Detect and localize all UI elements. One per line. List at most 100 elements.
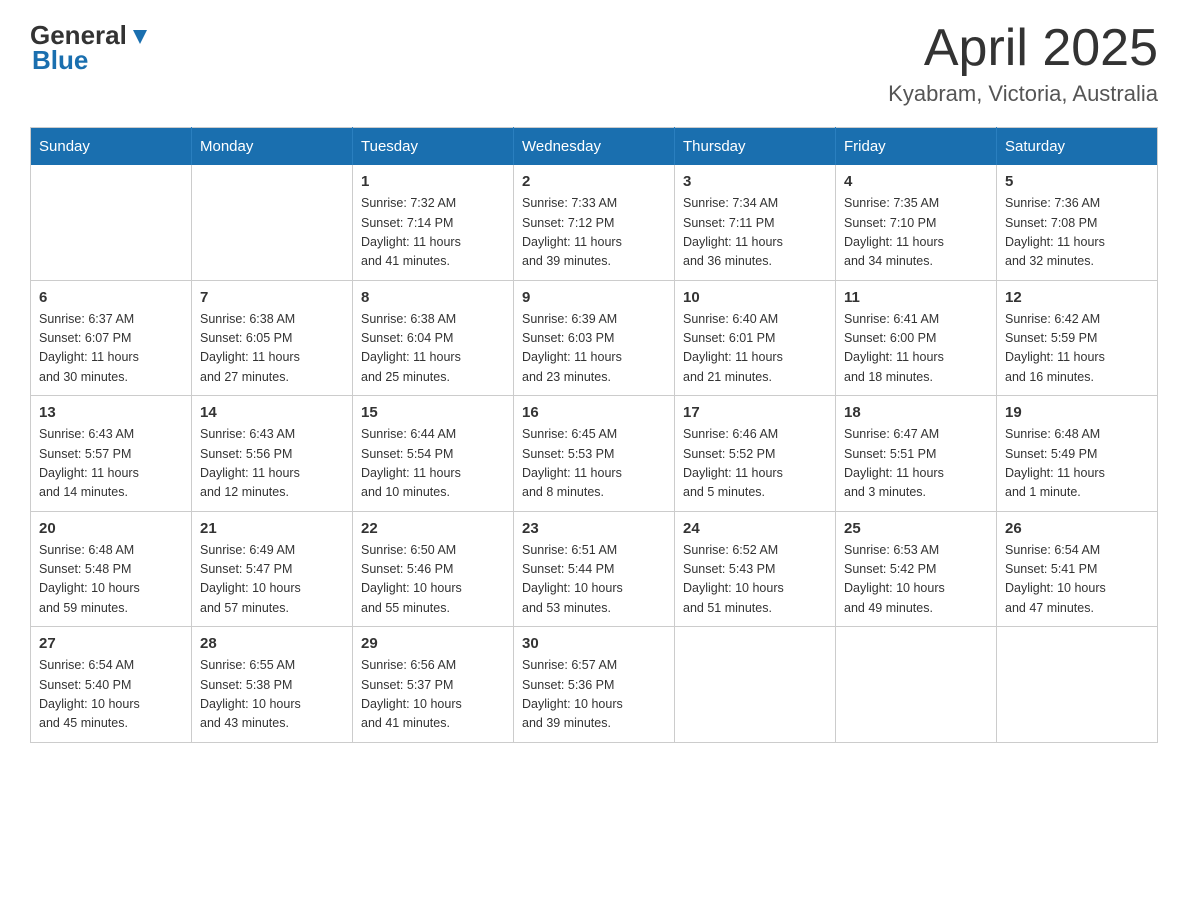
- page-header: General Blue April 2025 Kyabram, Victori…: [30, 20, 1158, 107]
- week-row-1: 1 Sunrise: 7:32 AMSunset: 7:14 PMDaylight…: [31, 165, 1158, 280]
- calendar-cell: 23 Sunrise: 6:51 AMSunset: 5:44 PMDayligh…: [514, 511, 675, 627]
- day-info: Sunrise: 6:46 AMSunset: 5:52 PMDaylight:…: [683, 425, 827, 503]
- calendar-cell: 14 Sunrise: 6:43 AMSunset: 5:56 PMDayligh…: [192, 396, 353, 512]
- weekday-row: SundayMondayTuesdayWednesdayThursdayFrid…: [31, 128, 1158, 166]
- day-info: Sunrise: 6:48 AMSunset: 5:49 PMDaylight:…: [1005, 425, 1149, 503]
- day-number: 18: [844, 404, 988, 421]
- day-info: Sunrise: 6:43 AMSunset: 5:56 PMDaylight:…: [200, 425, 344, 503]
- day-number: 7: [200, 289, 344, 306]
- day-number: 17: [683, 404, 827, 421]
- calendar-cell: 3 Sunrise: 7:34 AMSunset: 7:11 PMDaylight…: [675, 165, 836, 280]
- calendar-cell: 17 Sunrise: 6:46 AMSunset: 5:52 PMDayligh…: [675, 396, 836, 512]
- calendar-cell: 18Sunrise: 6:47 AMSunset: 5:51 PMDayligh…: [836, 396, 997, 512]
- calendar-title: April 2025: [888, 20, 1158, 77]
- calendar-cell: 16 Sunrise: 6:45 AMSunset: 5:53 PMDayligh…: [514, 396, 675, 512]
- day-info: Sunrise: 6:55 AMSunset: 5:38 PMDaylight:…: [200, 656, 344, 734]
- day-info: Sunrise: 6:41 AMSunset: 6:00 PMDaylight:…: [844, 310, 988, 388]
- day-info: Sunrise: 6:40 AMSunset: 6:01 PMDaylight:…: [683, 310, 827, 388]
- calendar-cell: 8 Sunrise: 6:38 AMSunset: 6:04 PMDaylight…: [353, 280, 514, 396]
- calendar-cell: 29 Sunrise: 6:56 AMSunset: 5:37 PMDayligh…: [353, 627, 514, 743]
- day-number: 15: [361, 404, 505, 421]
- day-info: Sunrise: 6:39 AMSunset: 6:03 PMDaylight:…: [522, 310, 666, 388]
- calendar-cell: [192, 165, 353, 280]
- day-number: 5: [1005, 173, 1149, 190]
- calendar-cell: 11 Sunrise: 6:41 AMSunset: 6:00 PMDayligh…: [836, 280, 997, 396]
- calendar-cell: 28 Sunrise: 6:55 AMSunset: 5:38 PMDayligh…: [192, 627, 353, 743]
- calendar-cell: 19 Sunrise: 6:48 AMSunset: 5:49 PMDayligh…: [997, 396, 1158, 512]
- calendar-cell: 15 Sunrise: 6:44 AMSunset: 5:54 PMDayligh…: [353, 396, 514, 512]
- calendar-cell: 21Sunrise: 6:49 AMSunset: 5:47 PMDayligh…: [192, 511, 353, 627]
- calendar-cell: 25 Sunrise: 6:53 AMSunset: 5:42 PMDayligh…: [836, 511, 997, 627]
- logo: General Blue: [30, 20, 151, 76]
- day-number: 16: [522, 404, 666, 421]
- day-number: 23: [522, 520, 666, 537]
- logo-text-blue: Blue: [32, 45, 88, 76]
- day-number: 2: [522, 173, 666, 190]
- day-info: Sunrise: 6:45 AMSunset: 5:53 PMDaylight:…: [522, 425, 666, 503]
- calendar-header: SundayMondayTuesdayWednesdayThursdayFrid…: [31, 128, 1158, 166]
- day-number: 24: [683, 520, 827, 537]
- calendar-cell: 7 Sunrise: 6:38 AMSunset: 6:05 PMDaylight…: [192, 280, 353, 396]
- day-number: 27: [39, 635, 183, 652]
- calendar-table: SundayMondayTuesdayWednesdayThursdayFrid…: [30, 127, 1158, 743]
- day-number: 29: [361, 635, 505, 652]
- calendar-cell: 20 Sunrise: 6:48 AMSunset: 5:48 PMDayligh…: [31, 511, 192, 627]
- day-info: Sunrise: 7:34 AMSunset: 7:11 PMDaylight:…: [683, 194, 827, 272]
- calendar-cell: 30Sunrise: 6:57 AMSunset: 5:36 PMDayligh…: [514, 627, 675, 743]
- day-info: Sunrise: 7:32 AMSunset: 7:14 PMDaylight:…: [361, 194, 505, 272]
- calendar-cell: 13Sunrise: 6:43 AMSunset: 5:57 PMDayligh…: [31, 396, 192, 512]
- day-info: Sunrise: 7:35 AMSunset: 7:10 PMDaylight:…: [844, 194, 988, 272]
- day-number: 19: [1005, 404, 1149, 421]
- calendar-cell: 6Sunrise: 6:37 AMSunset: 6:07 PMDaylight…: [31, 280, 192, 396]
- day-number: 20: [39, 520, 183, 537]
- day-info: Sunrise: 6:51 AMSunset: 5:44 PMDaylight:…: [522, 541, 666, 619]
- day-info: Sunrise: 6:44 AMSunset: 5:54 PMDaylight:…: [361, 425, 505, 503]
- weekday-header-thursday: Thursday: [675, 128, 836, 166]
- day-info: Sunrise: 6:37 AMSunset: 6:07 PMDaylight:…: [39, 310, 183, 388]
- week-row-5: 27Sunrise: 6:54 AMSunset: 5:40 PMDayligh…: [31, 627, 1158, 743]
- weekday-header-monday: Monday: [192, 128, 353, 166]
- calendar-cell: 12Sunrise: 6:42 AMSunset: 5:59 PMDayligh…: [997, 280, 1158, 396]
- day-info: Sunrise: 6:52 AMSunset: 5:43 PMDaylight:…: [683, 541, 827, 619]
- day-info: Sunrise: 6:42 AMSunset: 5:59 PMDaylight:…: [1005, 310, 1149, 388]
- day-number: 9: [522, 289, 666, 306]
- day-info: Sunrise: 6:57 AMSunset: 5:36 PMDaylight:…: [522, 656, 666, 734]
- day-info: Sunrise: 6:48 AMSunset: 5:48 PMDaylight:…: [39, 541, 183, 619]
- title-block: April 2025 Kyabram, Victoria, Australia: [888, 20, 1158, 107]
- day-info: Sunrise: 6:38 AMSunset: 6:05 PMDaylight:…: [200, 310, 344, 388]
- calendar-cell: [675, 627, 836, 743]
- weekday-header-wednesday: Wednesday: [514, 128, 675, 166]
- day-info: Sunrise: 6:38 AMSunset: 6:04 PMDaylight:…: [361, 310, 505, 388]
- day-number: 28: [200, 635, 344, 652]
- day-number: 21: [200, 520, 344, 537]
- day-number: 11: [844, 289, 988, 306]
- week-row-2: 6Sunrise: 6:37 AMSunset: 6:07 PMDaylight…: [31, 280, 1158, 396]
- calendar-cell: 9 Sunrise: 6:39 AMSunset: 6:03 PMDaylight…: [514, 280, 675, 396]
- calendar-cell: 26 Sunrise: 6:54 AMSunset: 5:41 PMDayligh…: [997, 511, 1158, 627]
- day-info: Sunrise: 7:33 AMSunset: 7:12 PMDaylight:…: [522, 194, 666, 272]
- day-number: 3: [683, 173, 827, 190]
- day-number: 26: [1005, 520, 1149, 537]
- calendar-cell: [997, 627, 1158, 743]
- day-info: Sunrise: 6:53 AMSunset: 5:42 PMDaylight:…: [844, 541, 988, 619]
- calendar-cell: [836, 627, 997, 743]
- week-row-3: 13Sunrise: 6:43 AMSunset: 5:57 PMDayligh…: [31, 396, 1158, 512]
- day-number: 1: [361, 173, 505, 190]
- day-number: 10: [683, 289, 827, 306]
- day-info: Sunrise: 6:56 AMSunset: 5:37 PMDaylight:…: [361, 656, 505, 734]
- calendar-cell: 1 Sunrise: 7:32 AMSunset: 7:14 PMDaylight…: [353, 165, 514, 280]
- day-number: 8: [361, 289, 505, 306]
- calendar-cell: [31, 165, 192, 280]
- day-info: Sunrise: 6:54 AMSunset: 5:41 PMDaylight:…: [1005, 541, 1149, 619]
- weekday-header-tuesday: Tuesday: [353, 128, 514, 166]
- day-number: 25: [844, 520, 988, 537]
- day-number: 22: [361, 520, 505, 537]
- weekday-header-sunday: Sunday: [31, 128, 192, 166]
- logo-triangle-icon: [129, 26, 151, 48]
- calendar-cell: 22Sunrise: 6:50 AMSunset: 5:46 PMDayligh…: [353, 511, 514, 627]
- day-number: 13: [39, 404, 183, 421]
- day-number: 14: [200, 404, 344, 421]
- weekday-header-friday: Friday: [836, 128, 997, 166]
- day-info: Sunrise: 7:36 AMSunset: 7:08 PMDaylight:…: [1005, 194, 1149, 272]
- calendar-cell: 27Sunrise: 6:54 AMSunset: 5:40 PMDayligh…: [31, 627, 192, 743]
